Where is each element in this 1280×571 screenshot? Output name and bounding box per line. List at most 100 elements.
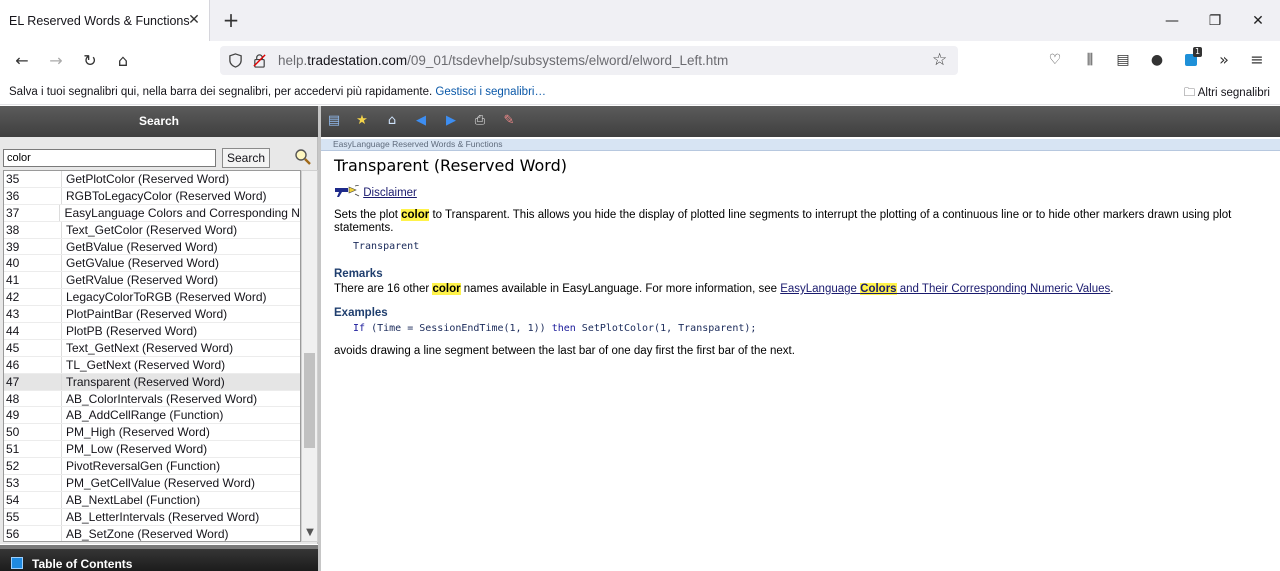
example-code: If (Time = SessionEndTime(1, 1)) then Se…: [353, 323, 756, 334]
minimize-icon[interactable]: —: [1162, 11, 1182, 31]
code-call: SetPlotColor(1, Transparent);: [575, 323, 757, 334]
disclaimer-icon: [335, 185, 360, 197]
result-row[interactable]: 48 AB_ColorIntervals (Reserved Word): [4, 390, 300, 408]
extension-icon[interactable]: ●: [1147, 50, 1167, 70]
results-scrollbar[interactable]: ▼: [301, 170, 318, 542]
password-manager-icon[interactable]: 1: [1181, 47, 1203, 70]
sync-toc-icon[interactable]: ▤: [326, 113, 342, 129]
bookmark-star-icon[interactable]: ☆: [932, 50, 947, 70]
result-row[interactable]: 43 PlotPaintBar (Reserved Word): [4, 306, 300, 324]
table-of-contents-icon: [11, 557, 23, 569]
result-row[interactable]: 50 PM_High (Reserved Word): [4, 424, 300, 442]
result-number: 50: [4, 424, 62, 441]
remarks-text-2: names available in EasyLanguage. For mor…: [460, 283, 781, 295]
remarks-text: There are 16 other color names available…: [334, 283, 1113, 295]
result-row[interactable]: 46 TL_GetNext (Reserved Word): [4, 356, 300, 374]
result-row[interactable]: 39 GetBValue (Reserved Word): [4, 238, 300, 256]
result-row[interactable]: 45 Text_GetNext (Reserved Word): [4, 339, 300, 357]
result-row[interactable]: 41 GetRValue (Reserved Word): [4, 272, 300, 290]
hamburger-menu-icon[interactable]: ≡: [1247, 50, 1267, 70]
topic-toolbar: ▤ ★ ⌂ ◀ ▶ ⎙ ✎: [321, 106, 1280, 137]
search-pane-header: Search: [0, 106, 318, 137]
sidebar-icon[interactable]: ▤: [1113, 50, 1133, 70]
result-row[interactable]: 52 PivotReversalGen (Function): [4, 458, 300, 476]
result-row[interactable]: 38 Text_GetColor (Reserved Word): [4, 221, 300, 239]
search-input[interactable]: [3, 149, 216, 167]
find-highlight-icon[interactable]: [294, 148, 312, 166]
reload-icon[interactable]: ↻: [79, 50, 101, 72]
tab-title: EL Reserved Words & Functions: [9, 14, 190, 28]
url-domain: tradestation.com: [307, 53, 408, 68]
forward-icon[interactable]: →: [45, 50, 67, 72]
result-row[interactable]: 51 PM_Low (Reserved Word): [4, 441, 300, 459]
print-icon[interactable]: ⎙: [472, 113, 488, 129]
library-icon[interactable]: ⫼: [1080, 50, 1100, 70]
other-bookmarks-label: Altri segnalibri: [1197, 87, 1270, 99]
result-row[interactable]: 54 AB_NextLabel (Function): [4, 491, 300, 509]
other-bookmarks[interactable]: 🗀 Altri segnalibri: [1184, 85, 1270, 104]
result-row[interactable]: 42 LegacyColorToRGB (Reserved Word): [4, 289, 300, 307]
result-number: 44: [4, 323, 62, 339]
result-row[interactable]: 47 Transparent (Reserved Word): [4, 373, 300, 391]
breadcrumb-bar: EasyLanguage Reserved Words & Functions: [321, 139, 1280, 151]
colors-reference-link[interactable]: EasyLanguage Colors and Their Correspond…: [780, 283, 1110, 295]
result-title: Text_GetNext (Reserved Word): [66, 340, 234, 355]
result-row[interactable]: 40 GetGValue (Reserved Word): [4, 255, 300, 273]
result-title: PM_GetCellValue (Reserved Word): [66, 476, 255, 491]
result-title: PlotPB (Reserved Word): [66, 324, 198, 339]
remarks-end: .: [1110, 283, 1114, 295]
result-row[interactable]: 35 GetPlotColor (Reserved Word): [4, 171, 300, 188]
result-number: 52: [4, 458, 62, 475]
result-number: 49: [4, 407, 62, 424]
result-number: 38: [4, 221, 62, 238]
result-title: Text_GetColor (Reserved Word): [66, 222, 238, 237]
result-row[interactable]: 44 PlotPB (Reserved Word): [4, 323, 300, 340]
url-text[interactable]: help.tradestation.com/09_01/tsdevhelp/su…: [278, 53, 728, 68]
remarks-heading: Remarks: [334, 268, 383, 280]
result-row[interactable]: 37 EasyLanguage Colors and Corresponding …: [4, 204, 300, 222]
clear-highlight-icon[interactable]: ✎: [501, 113, 517, 129]
scrollbar-thumb[interactable]: [304, 353, 315, 448]
result-row[interactable]: 53 PM_GetCellValue (Reserved Word): [4, 475, 300, 492]
previous-topic-icon[interactable]: ◀: [413, 113, 429, 129]
back-icon[interactable]: ←: [11, 50, 33, 72]
result-number: 40: [4, 255, 62, 272]
next-topic-icon[interactable]: ▶: [443, 113, 459, 129]
result-title: GetPlotColor (Reserved Word): [66, 172, 230, 186]
home-topic-icon[interactable]: ⌂: [384, 113, 400, 129]
search-button[interactable]: Search: [222, 148, 270, 168]
scroll-down-icon[interactable]: ▼: [304, 527, 316, 539]
table-of-contents-label: Table of Contents: [32, 557, 133, 571]
result-number: 36: [4, 187, 62, 204]
result-number: 42: [4, 289, 62, 306]
toc-footer[interactable]: Table of Contents: [0, 545, 318, 571]
shield-icon[interactable]: [228, 53, 243, 68]
result-number: 51: [4, 441, 62, 458]
result-row[interactable]: 56 AB_SetZone (Reserved Word): [4, 525, 300, 541]
restore-icon[interactable]: ❐: [1205, 11, 1225, 31]
close-window-icon[interactable]: ✕: [1248, 11, 1268, 31]
disclaimer-row: Disclaimer: [334, 185, 417, 199]
manage-bookmarks-link[interactable]: Gestisci i segnalibri…: [435, 86, 546, 98]
result-title: AB_NextLabel (Function): [66, 492, 201, 507]
result-row[interactable]: 55 AB_LetterIntervals (Reserved Word): [4, 508, 300, 526]
result-row[interactable]: 36 RGBToLegacyColor (Reserved Word): [4, 187, 300, 205]
bookmarks-message-text: Salva i tuoi segnalibri qui, nella barra…: [9, 86, 433, 98]
overflow-menu-icon[interactable]: »: [1214, 50, 1234, 70]
extension-badge: 1: [1193, 47, 1203, 57]
close-tab-icon[interactable]: ✕: [186, 11, 202, 29]
home-icon[interactable]: ⌂: [112, 50, 134, 72]
tab-active[interactable]: EL Reserved Words & Functions ✕: [0, 0, 210, 41]
search-results-list[interactable]: 35 GetPlotColor (Reserved Word) 36 RGBToLeg…: [3, 170, 301, 542]
breadcrumb: EasyLanguage Reserved Words & Functions: [333, 139, 503, 149]
new-tab-icon[interactable]: +: [221, 10, 241, 30]
result-row[interactable]: 49 AB_AddCellRange (Function): [4, 407, 300, 425]
link-text-2: and Their Corresponding Numeric Values: [896, 283, 1111, 295]
pane-splitter[interactable]: [318, 106, 321, 571]
disclaimer-link[interactable]: Disclaimer: [363, 187, 417, 199]
pocket-icon[interactable]: ♡: [1045, 50, 1065, 70]
insecure-lock-icon[interactable]: [252, 53, 267, 68]
url-bar[interactable]: help.tradestation.com/09_01/tsdevhelp/su…: [220, 46, 958, 75]
add-favorite-icon[interactable]: ★: [354, 113, 370, 129]
tab-bar: EL Reserved Words & Functions ✕ + — ❐ ✕: [0, 0, 1280, 41]
